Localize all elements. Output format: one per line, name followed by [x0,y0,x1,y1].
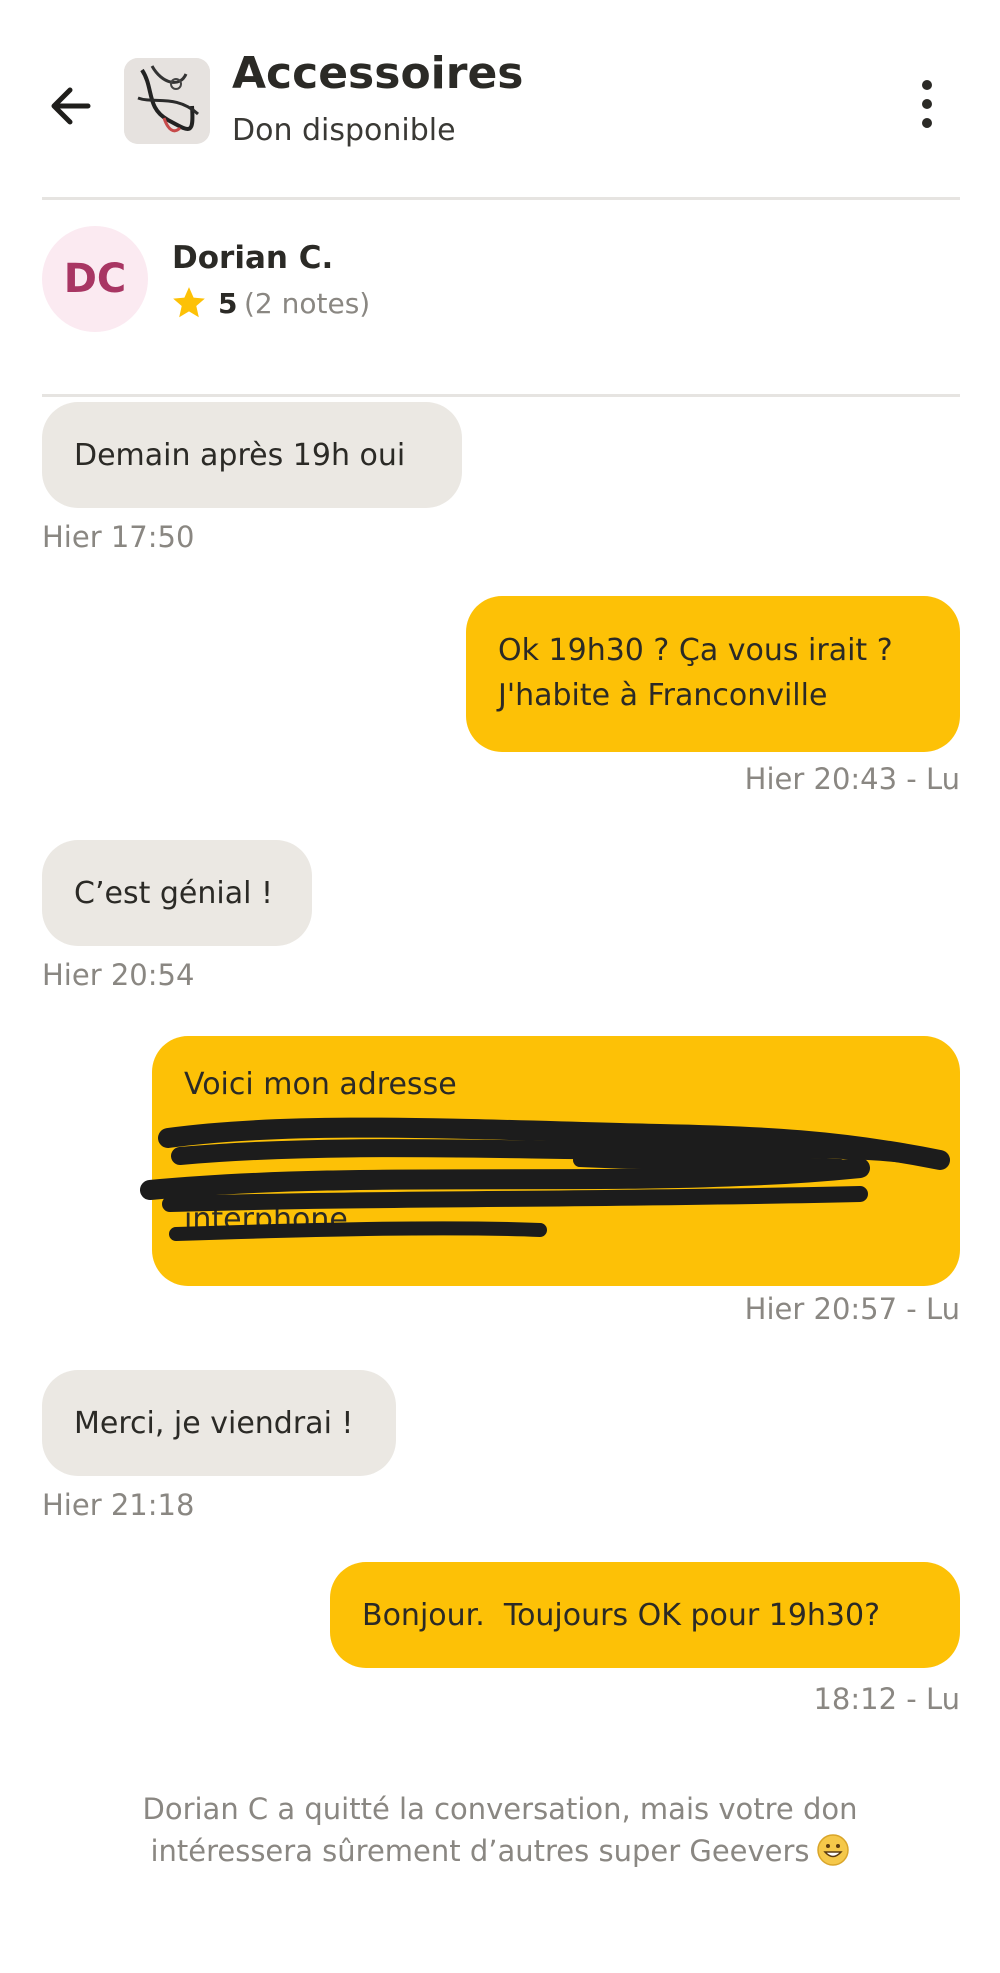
more-options-button[interactable] [912,74,942,134]
redaction-scribble [140,1117,950,1241]
message-incoming[interactable]: Demain après 19h oui [42,402,462,508]
message-timestamp: Hier 20:54 [42,958,195,992]
message-text-line: Voici mon adresse [184,1067,457,1102]
item-thumbnail[interactable] [124,58,210,144]
message-timestamp: Hier 20:43 - Lu [744,762,960,796]
system-message-line: Dorian C a quitté la conversation, mais … [142,1792,858,1826]
message-text-line: J'habite à Franconville [498,678,828,713]
message-text: C’est génial ! [74,875,273,911]
system-message: Dorian C a quitté la conversation, mais … [60,1788,940,1872]
item-status: Don disponible [232,113,456,148]
header-divider [42,197,960,200]
message-timestamp: Hier 17:50 [42,520,195,554]
back-arrow-icon [51,87,91,125]
message-outgoing[interactable]: Bonjour. Toujours OK pour 19h30? [330,1562,960,1668]
profile-divider [42,394,960,397]
message-outgoing[interactable]: Ok 19h30 ? Ça vous irait ? J'habite à Fr… [466,596,960,752]
smiling-emoji-icon [816,1834,849,1866]
back-button[interactable] [44,78,100,134]
message-timestamp: Hier 20:57 - Lu [744,1292,960,1326]
message-timestamp: Hier 21:18 [42,1488,195,1522]
message-text: Merci, je viendrai ! [74,1405,354,1441]
message-timestamp: 18:12 - Lu [813,1682,960,1716]
page-title: Accessoires [232,48,524,99]
more-vertical-icon [922,80,932,90]
rating-count: (2 notes) [244,287,371,320]
message-text: Demain après 19h oui [74,437,406,473]
message-text: Bonjour. Toujours OK pour 19h30? [362,1597,881,1633]
user-name[interactable]: Dorian C. [172,240,333,276]
message-text-line: Ok 19h30 ? Ça vous irait ? [498,633,893,668]
star-icon [173,287,205,318]
system-message-line: intéressera sûrement d’autres super Geev… [150,1834,810,1868]
rating-value: 5 [218,287,238,320]
message-incoming[interactable]: C’est génial ! [42,840,312,946]
message-incoming[interactable]: Merci, je viendrai ! [42,1370,396,1476]
avatar[interactable]: DC [42,226,148,332]
